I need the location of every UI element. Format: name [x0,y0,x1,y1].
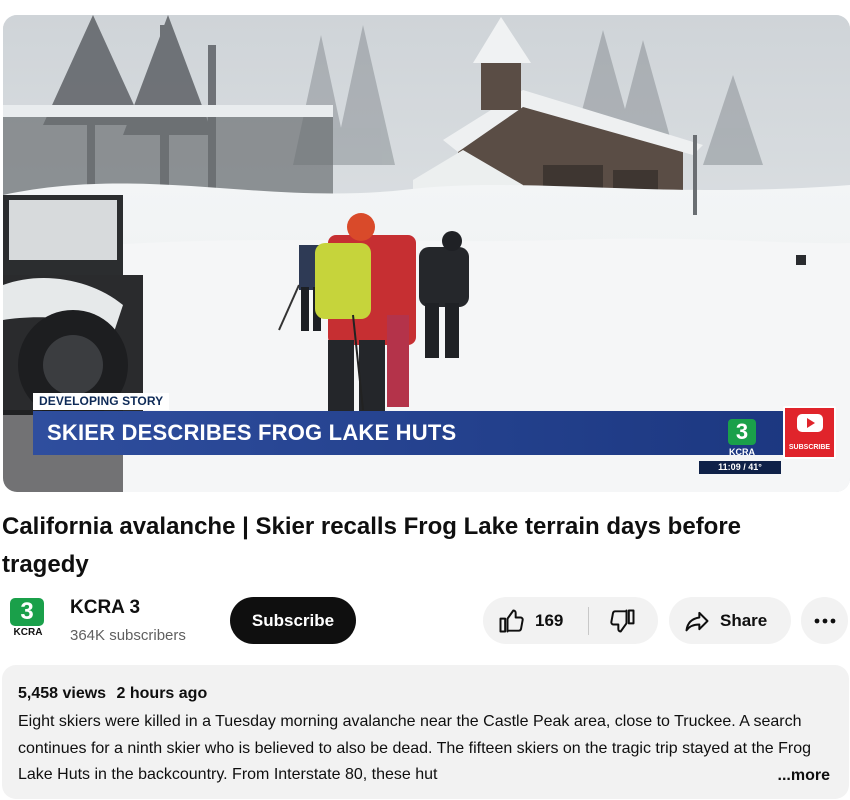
description-text: Eight skiers were killed in a Tuesday mo… [18,709,830,789]
share-label: Share [720,610,768,630]
subscribe-overlay-button[interactable]: SUBSCRIBE [783,406,836,459]
video-player[interactable]: DEVELOPING STORY SKIER DESCRIBES FROG LA… [3,15,850,492]
share-button[interactable]: Share [669,597,791,644]
avatar-logo-number: 3 [10,598,44,626]
description-box[interactable]: 5,458 views 2 hours ago Eight skiers wer… [2,665,849,799]
more-actions-button[interactable] [801,597,848,644]
avatar-logo-label: KCRA [13,627,43,638]
video-title: California avalanche | Skier recalls Fro… [2,513,742,578]
more-horizontal-icon [814,618,835,623]
view-count: 5,458 views [18,685,107,702]
description-body: Eight skiers were killed in a Tuesday mo… [18,713,812,783]
subscribe-button[interactable]: Subscribe [230,597,356,644]
youtube-play-icon [797,414,823,432]
like-dislike-group: 169 [483,597,658,644]
share-arrow-icon [685,611,709,631]
thumbs-down-icon [610,609,635,632]
like-button[interactable]: 169 [483,597,588,644]
show-more-link[interactable]: ...more [778,763,830,789]
description-fade: ...more [740,763,830,789]
video-frame [3,15,850,492]
description-meta: 5,458 views 2 hours ago [18,683,833,705]
thumbs-up-icon [499,609,524,632]
dislike-button[interactable] [589,597,657,644]
like-count: 169 [535,610,564,630]
channel-name[interactable]: KCRA 3 [70,597,140,619]
subscriber-count: 364K subscribers [70,627,186,644]
upload-age: 2 hours ago [116,685,208,702]
subscribe-overlay-label: SUBSCRIBE [788,444,831,451]
channel-avatar[interactable]: 3 KCRA [8,598,48,640]
